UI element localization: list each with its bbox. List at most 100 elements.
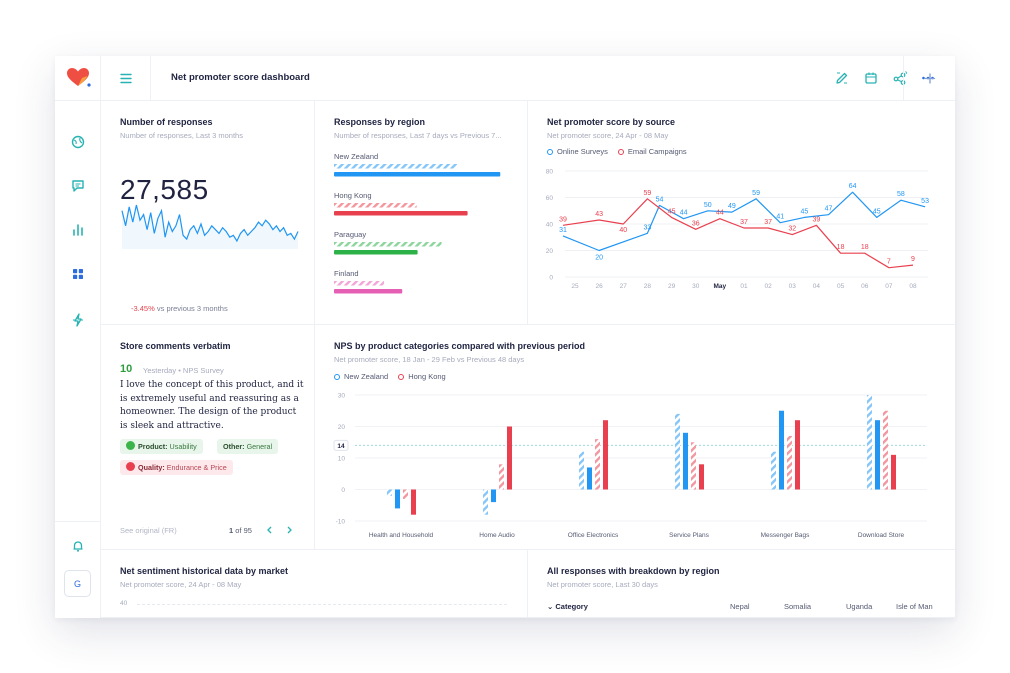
bell-icon[interactable] [68, 536, 88, 556]
comment-text: I love the concept of this product, and … [120, 380, 304, 431]
chevron-left-icon[interactable] [265, 525, 275, 535]
x-tick-label: 27 [620, 283, 628, 290]
chat-bubble-icon[interactable] [68, 176, 88, 196]
lightning-icon[interactable] [68, 310, 88, 330]
region-bars [334, 164, 501, 177]
responses-panel: Number of responses Number of responses,… [101, 101, 315, 325]
x-tick-label: 25 [571, 283, 579, 290]
y-tick-label: 40 [546, 222, 554, 229]
comment-meta: Yesterday • NPS Survey [143, 366, 224, 375]
logo[interactable] [55, 56, 101, 101]
data-label: 59 [644, 190, 652, 197]
data-label: 43 [595, 211, 603, 218]
categories-bar-chart: -10 0 10 20 30 14 Health and Household Home Aud… [333, 393, 927, 539]
data-label: 54 [656, 196, 664, 203]
add-widget-button[interactable] [903, 56, 955, 101]
comment-date: Yesterday [143, 366, 177, 375]
panel-subtitle: Net promoter score, Last 30 days [547, 580, 658, 589]
edit-pencil-icon[interactable] [833, 69, 851, 87]
data-label: 31 [559, 227, 567, 234]
data-label: 9 [911, 256, 915, 263]
region-label: Paraguay [334, 230, 367, 239]
left-rail: G [55, 56, 101, 618]
data-label: 53 [921, 198, 929, 205]
panel-subtitle: Net promoter score, 18 Jan - 29 Feb vs P… [334, 355, 525, 364]
bar [771, 451, 776, 490]
data-label: 41 [776, 214, 784, 221]
x-tick-label: 04 [813, 283, 821, 290]
data-label: 45 [668, 208, 676, 215]
bar [387, 489, 392, 496]
data-label: 45 [800, 208, 808, 215]
region-bars [334, 203, 468, 216]
x-category-label: Home Audio [479, 532, 515, 539]
tag-quality[interactable]: Quality: Endurance & Price [120, 460, 233, 475]
data-label: 7 [887, 259, 891, 266]
nps-source-line-chart: 0 20 40 60 80 25 26 27 28 29 30 May 01 02 03 04 05 06 07 08… [546, 169, 929, 291]
bar [867, 395, 872, 490]
data-label: 64 [849, 183, 857, 190]
tag-product[interactable]: Product: Usability [120, 439, 203, 454]
tag-other[interactable]: Other: General [217, 439, 279, 454]
column-header[interactable]: Nepal [730, 602, 750, 611]
panel-title: Net promoter score by source [547, 117, 676, 127]
data-label: 18 [861, 244, 869, 251]
panel-title: Number of responses [120, 117, 213, 127]
bar [691, 442, 696, 490]
legend-item-new-zealand[interactable]: New Zealand [334, 372, 388, 381]
y-tick-label: 20 [338, 424, 346, 431]
region-bar-current [334, 289, 403, 294]
chevron-right-icon[interactable] [284, 525, 294, 535]
chart-legend: New Zealand Hong Kong [334, 372, 446, 381]
bar [779, 410, 784, 490]
grid-icon[interactable] [68, 264, 88, 284]
panel-title: NPS by product categories compared with … [334, 341, 586, 351]
column-header[interactable]: Somalia [784, 602, 811, 611]
bar [491, 489, 496, 503]
plus-icon[interactable] [904, 56, 955, 101]
heart-logo-icon[interactable] [55, 56, 101, 101]
data-label: 49 [728, 203, 736, 210]
y-tick-label: 0 [549, 275, 553, 282]
avatar[interactable]: G [64, 570, 91, 597]
bar [795, 420, 800, 490]
sad-face-icon [126, 462, 135, 471]
avatar-initial: G [73, 579, 81, 589]
x-category-label: Messenger Bags [761, 532, 811, 539]
comment-score: 10 [120, 363, 133, 375]
panel-title: Net sentiment historical data by market [120, 566, 289, 576]
panel-subtitle: Net promoter score, 24 Apr - 08 May [120, 580, 242, 589]
page-title: Net promoter score dashboard [171, 72, 310, 83]
data-label: 20 [595, 255, 603, 262]
x-tick-label: 02 [765, 283, 773, 290]
data-label: 37 [764, 219, 772, 226]
bar [603, 420, 608, 490]
column-header[interactable]: Uganda [846, 602, 872, 611]
data-label: 44 [680, 210, 688, 217]
calendar-icon[interactable] [862, 69, 880, 87]
column-header[interactable]: Isle of Man [896, 602, 933, 611]
data-label: 18 [837, 244, 845, 251]
data-label: 50 [704, 202, 712, 209]
legend-item-online-surveys[interactable]: Online Surveys [547, 147, 608, 156]
bar-chart-icon[interactable] [68, 220, 88, 240]
globe-icon[interactable] [68, 132, 88, 152]
reference-label: 14 [337, 443, 345, 450]
x-tick-label: 28 [644, 283, 652, 290]
legend-item-hong-kong[interactable]: Hong Kong [398, 372, 446, 381]
menu-button[interactable] [101, 56, 151, 101]
y-tick-label: 80 [546, 169, 554, 176]
region-bar-current [334, 172, 501, 177]
nps-source-panel: Net promoter score by source Net promote… [528, 101, 955, 325]
pager-status: 1 of 95 [229, 526, 252, 535]
data-label: 33 [644, 224, 652, 231]
responses-delta: -3.45% vs previous 3 months [131, 304, 228, 313]
hamburger-menu-icon[interactable] [101, 56, 151, 101]
legend-item-email-campaigns[interactable]: Email Campaigns [617, 147, 687, 156]
region-bar-previous [334, 203, 417, 208]
see-original-link[interactable]: See original (FR) [120, 526, 177, 535]
category-sort-header[interactable]: ⌄ Category [547, 602, 588, 611]
chart-legend: Online Surveys Email Campaigns [547, 147, 687, 156]
rail-divider [55, 521, 101, 522]
panel-subtitle: Net promoter score, 24 Apr - 08 May [547, 131, 669, 140]
